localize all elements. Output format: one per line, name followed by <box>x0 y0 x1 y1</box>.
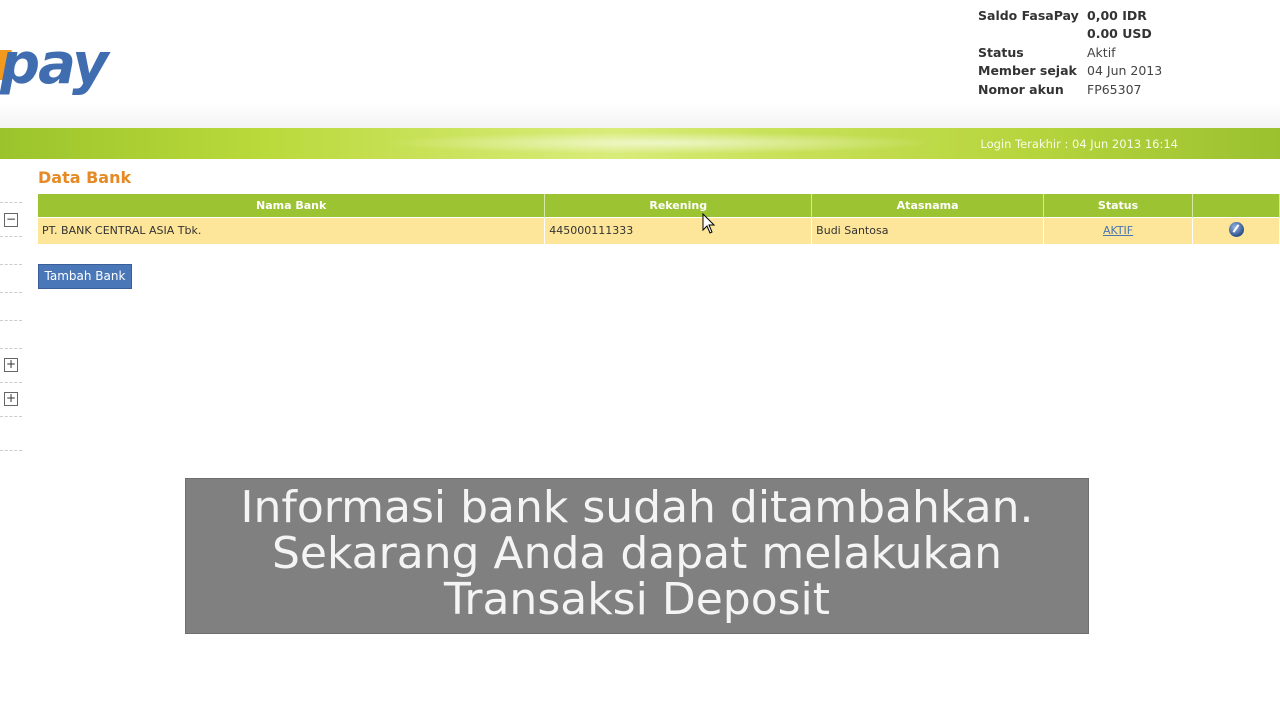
sidebar-divider <box>0 320 22 321</box>
caption-overlay: Informasi bank sudah ditambahkan. Sekara… <box>185 478 1089 634</box>
status-cell: AKTIF <box>1043 216 1194 244</box>
table-header-row: Nama Bank Rekening Atasnama Status <box>38 194 1280 217</box>
actions-cell <box>1192 216 1280 244</box>
sidebar-divider <box>0 382 22 383</box>
sidebar-divider <box>0 202 22 203</box>
minus-box-icon[interactable]: − <box>4 213 18 227</box>
caption-line: Informasi bank sudah ditambahkan. <box>240 482 1034 533</box>
table-row: PT. BANK CENTRAL ASIA Tbk. 445000111333 … <box>38 216 1280 244</box>
member-since-label: Member sejak <box>978 63 1077 79</box>
status-value: Aktif <box>1087 44 1116 60</box>
status-label: Status <box>978 44 1024 60</box>
caption-text: Informasi bank sudah ditambahkan. Sekara… <box>186 485 1088 623</box>
column-header-status: Status <box>1043 194 1194 217</box>
status-row: Status Aktif <box>978 43 1162 62</box>
fasapay-logo[interactable]: pay <box>0 40 130 100</box>
plus-box-icon[interactable]: + <box>4 358 18 372</box>
sidebar-divider <box>0 450 22 451</box>
status-link[interactable]: AKTIF <box>1103 224 1133 237</box>
member-since-row: Member sejak 04 Jun 2013 <box>978 62 1162 81</box>
holder-name-cell: Budi Santosa <box>811 216 1045 244</box>
column-header-holder: Atasnama <box>811 194 1045 217</box>
plus-box-icon[interactable]: + <box>4 392 18 406</box>
page-title: Data Bank <box>38 168 132 187</box>
sidebar-divider <box>0 348 22 349</box>
caption-line: Transaksi Deposit <box>443 574 831 625</box>
account-number-label: Nomor akun <box>978 81 1064 97</box>
balance-idr-value: 0,00 IDR <box>1087 7 1147 23</box>
account-number-value: FP65307 <box>1087 81 1142 97</box>
member-since-value: 04 Jun 2013 <box>1087 63 1163 79</box>
column-header-actions <box>1192 194 1280 217</box>
bank-table: Nama Bank Rekening Atasnama Status PT. B… <box>38 194 1280 244</box>
account-summary: Saldo FasaPay 0,00 IDR 0.00 USD Status A… <box>978 6 1162 99</box>
sidebar-divider <box>0 416 22 417</box>
balance-label: Saldo FasaPay <box>978 7 1079 23</box>
mouse-cursor-icon <box>702 213 716 234</box>
add-bank-button[interactable]: Tambah Bank <box>38 264 132 289</box>
bank-name-cell: PT. BANK CENTRAL ASIA Tbk. <box>38 216 546 244</box>
edit-icon[interactable] <box>1228 221 1244 237</box>
column-header-bank-name: Nama Bank <box>38 194 546 217</box>
green-banner: Login Terakhir : 04 Jun 2013 16:14 <box>0 128 1280 159</box>
sidebar-divider <box>0 236 22 237</box>
account-number-cell: 445000111333 <box>544 216 813 244</box>
balance-usd-row: 0.00 USD <box>978 25 1162 44</box>
logo-text: pay <box>0 40 109 97</box>
caption-line: Sekarang Anda dapat melakukan <box>271 528 1003 579</box>
last-login-text: Login Terakhir : 04 Jun 2013 16:14 <box>980 137 1178 151</box>
sidebar-divider <box>0 292 22 293</box>
account-number-row: Nomor akun FP65307 <box>978 80 1162 99</box>
app-root: pay Saldo FasaPay 0,00 IDR 0.00 USD Stat… <box>0 0 1280 720</box>
sidebar-divider <box>0 264 22 265</box>
balance-usd-value: 0.00 USD <box>1087 26 1152 42</box>
column-header-account: Rekening <box>544 194 813 217</box>
header: pay Saldo FasaPay 0,00 IDR 0.00 USD Stat… <box>0 0 1280 128</box>
balance-idr-row: Saldo FasaPay 0,00 IDR <box>978 6 1162 25</box>
